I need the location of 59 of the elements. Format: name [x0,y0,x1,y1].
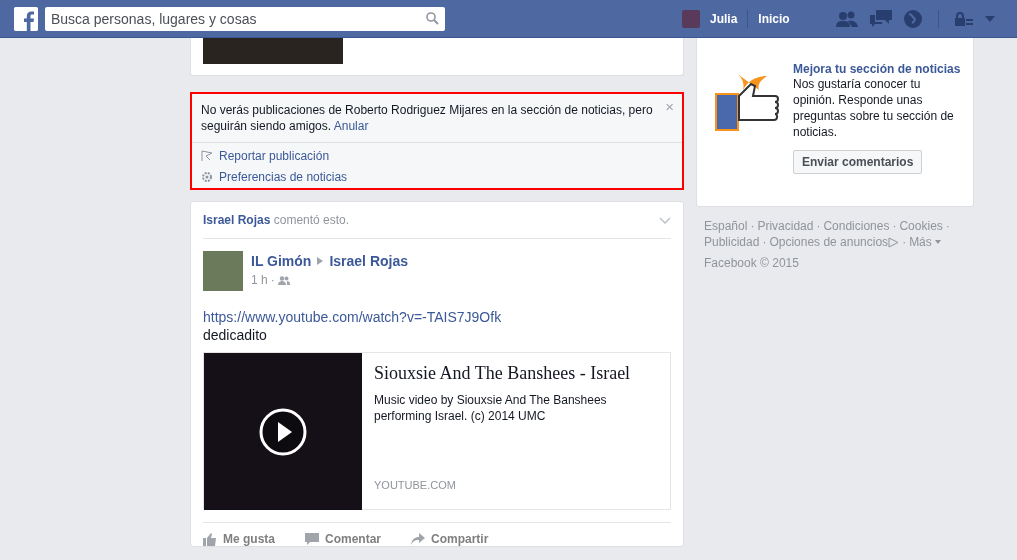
footer-link[interactable]: Privacidad [757,218,814,234]
link-preview[interactable]: Siouxsie And The Banshees - Israel Music video by Siouxsie And The Banshees performing Israel. (c) 2014 UMC YOUTUBE.COM [203,352,671,510]
separator-dot: · [815,218,822,234]
author-link[interactable]: IL Gimón [251,253,312,269]
notice-message: No verás publicaciones de Roberto Rodriguez Mijares en la sección de noticias, pero seguirán siendo amigos. Anular [200,102,654,135]
notice-action-link[interactable]: Reportar publicación [219,149,330,163]
separator-dot: · [944,218,951,234]
video-url-link[interactable]: https://www.youtube.com/watch?v=-TAIS7J9Ofk [203,309,671,325]
copyright-text: Facebook © 2015 [704,255,800,271]
profile-link[interactable]: Julia [700,11,748,26]
separator-dot: · [749,218,756,234]
ad-choices-icon[interactable] [888,236,900,248]
close-button[interactable]: × [665,98,674,115]
post-time[interactable]: 1 h [251,273,268,287]
friends-icon [277,275,290,285]
share-arrow-icon [411,533,426,545]
activity-text: Israel Rojas comentó esto. [203,213,350,227]
user-avatar[interactable] [682,9,700,28]
triangle-right-icon [317,257,324,265]
footer-link[interactable]: Condiciones [823,218,890,234]
separator-dot: · [891,218,898,234]
thumbs-up-icon [203,532,217,546]
undo-link[interactable]: Anular [333,119,369,133]
chevron-down-icon[interactable] [659,216,671,224]
preview-title: Siouxsie And The Banshees - Israel [374,363,632,384]
logo-icon[interactable] [14,6,38,31]
post-action-button[interactable]: Compartir [411,532,489,546]
flag-icon [201,150,213,162]
separator-dot: · [761,234,768,250]
footer-link[interactable]: Más [909,234,932,250]
caret-icon[interactable] [984,15,995,22]
promo-text: Nos gustaría conocer tu opinión. Responde unas preguntas sobre tu sección de noticias. [793,76,955,140]
search-bar[interactable]: Busca personas, lugares y cosas [45,6,445,31]
preview-description: Music video by Siouxsie And The Banshees performing Israel. (c) 2014 UMC [374,392,608,424]
footer-link[interactable]: Opciones de anuncios [769,234,889,250]
footer-link[interactable]: Publicidad [704,234,760,250]
post-action-button[interactable]: Comentar [305,532,382,546]
play-icon[interactable] [259,407,307,456]
preview-domain: YOUTUBE.COM [374,479,457,493]
separator-dot: · [270,273,275,287]
lock-icon[interactable] [954,11,973,26]
home-link[interactable]: Inicio [748,11,830,26]
footer-link[interactable]: Español [704,218,748,234]
separator-dot: · [901,234,908,250]
speech-bubble-icon [305,532,319,546]
messages-icon[interactable] [869,9,892,28]
video-thumbnail[interactable] [204,353,362,510]
target-link[interactable]: Israel Rojas [329,253,409,269]
notice-action-link[interactable]: Preferencias de noticias [219,170,348,184]
footer-link[interactable]: Cookies [899,218,943,234]
search-icon [426,12,439,25]
settings-icon [201,171,213,183]
promo-title: Mejora tu sección de noticias [793,62,961,76]
caret-icon[interactable] [934,240,941,244]
send-feedback-button[interactable]: Enviar comentarios [793,150,923,174]
post-text: dedicadito [203,327,268,343]
friends-icon[interactable] [835,9,858,28]
video-thumbnail[interactable] [203,38,343,64]
post-action-button[interactable]: Me gusta [203,532,275,546]
